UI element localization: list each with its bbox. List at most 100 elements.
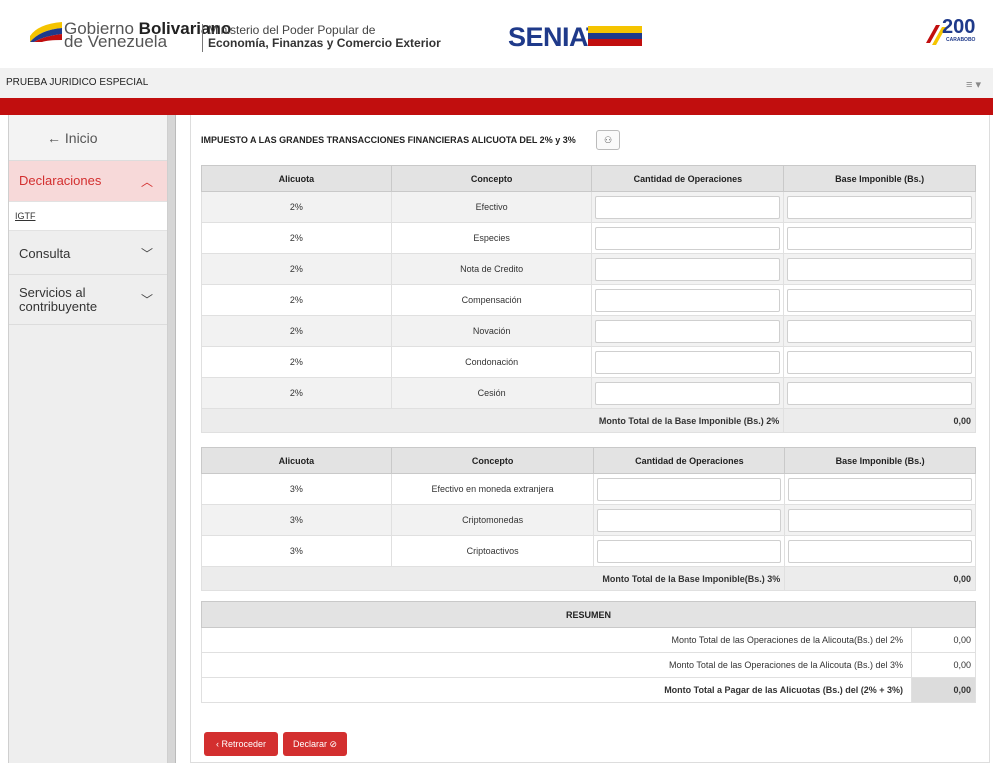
table-row: 3% Criptomonedas	[201, 504, 976, 536]
alicuota-cell: 2%	[201, 253, 392, 285]
user-menu-icon[interactable]: ≡ ▾	[966, 78, 981, 91]
header-divider	[202, 24, 203, 52]
cantidad-input[interactable]	[595, 319, 781, 343]
chevron-down-icon: ﹀	[140, 293, 153, 307]
concepto-cell: Novación	[390, 315, 593, 347]
retroceder-button[interactable]: ‹ Retroceder	[204, 732, 278, 756]
table-alicuota-2: Alicuota Concepto Cantidad de Operacione…	[200, 165, 976, 433]
base-input[interactable]	[787, 350, 972, 374]
total-label: Monto Total de la Base Imponible(Bs.) 3%	[200, 566, 786, 591]
table-row: 2% Condonación	[201, 346, 976, 378]
user-info-button[interactable]: ⚇	[596, 130, 620, 150]
total-value: 0,00	[784, 566, 976, 591]
resumen-label: Monto Total de las Operaciones de la Ali…	[201, 652, 912, 678]
concepto-cell: Efectivo en moneda extranjera	[390, 473, 595, 505]
table-row: 2% Nota de Credito	[201, 253, 976, 285]
resumen-row: Monto Total de las Operaciones de la Ali…	[201, 627, 976, 653]
alicuota-cell: 2%	[201, 191, 392, 223]
declarar-button[interactable]: Declarar ⊘	[283, 732, 347, 756]
seniat-flag-icon	[588, 26, 642, 46]
resumen-total-value: 0,00	[911, 677, 976, 703]
resumen-value: 0,00	[911, 627, 976, 653]
base-input[interactable]	[787, 381, 972, 405]
base-input[interactable]	[788, 508, 972, 532]
base-input[interactable]	[787, 195, 972, 219]
sidebar-scrollbar[interactable]	[168, 115, 176, 763]
venezuela-flag-icon	[30, 22, 62, 42]
base-input[interactable]	[788, 477, 972, 501]
cantidad-input[interactable]	[595, 381, 781, 405]
sidebar-item-inicio[interactable]: ← Inicio	[9, 115, 167, 161]
alicuota-cell: 2%	[201, 284, 392, 316]
cantidad-input[interactable]	[597, 508, 782, 532]
alicuota-cell: 3%	[201, 473, 392, 505]
cantidad-input[interactable]	[595, 350, 781, 374]
sidebar-declaraciones-label: Declaraciones	[19, 173, 102, 188]
concepto-cell: Compensación	[390, 284, 593, 316]
cantidad-input[interactable]	[595, 257, 781, 281]
table-alicuota-3: Alicuota Concepto Cantidad de Operacione…	[200, 447, 976, 591]
gobierno-logo-text: Gobierno Bolivariano de Venezuela	[64, 19, 232, 51]
col-header: Cantidad de Operaciones	[593, 447, 786, 474]
cantidad-input[interactable]	[595, 226, 781, 250]
base-input[interactable]	[787, 319, 972, 343]
alicuota-cell: 3%	[201, 504, 392, 536]
alicuota-cell: 2%	[201, 377, 392, 409]
col-header: Alicuota	[201, 447, 392, 474]
col-header: Concepto	[390, 165, 593, 192]
user-bar: PRUEBA JURIDICO ESPECIAL ≡ ▾	[0, 68, 993, 98]
sidebar-item-consulta[interactable]: Consulta	[19, 246, 70, 261]
cantidad-input[interactable]	[597, 477, 782, 501]
table-row: 2% Compensación	[201, 284, 976, 316]
top-header: Gobierno Bolivariano de Venezuela Minist…	[0, 0, 993, 68]
col-header: Cantidad de Operaciones	[591, 165, 785, 192]
concepto-cell: Cesión	[390, 377, 593, 409]
total-value: 0,00	[783, 408, 976, 433]
sidebar-item-igtf[interactable]: IGTF	[9, 201, 167, 231]
sidebar-item-servicios[interactable]: Servicios al contribuyente	[19, 286, 129, 314]
sidebar: ← Inicio Declaraciones ︿ IGTF Consulta ﹀…	[8, 115, 168, 763]
resumen-value: 0,00	[911, 652, 976, 678]
cantidad-input[interactable]	[595, 195, 781, 219]
concepto-cell: Criptomonedas	[390, 504, 595, 536]
resumen-header: RESUMEN	[201, 601, 976, 628]
base-input[interactable]	[787, 226, 972, 250]
red-accent-bar	[0, 98, 993, 115]
sidebar-item-declaraciones[interactable]: Declaraciones ︿	[9, 161, 167, 201]
bicentenario-number: 200	[942, 16, 976, 38]
page-title: IMPUESTO A LAS GRANDES TRANSACCIONES FIN…	[201, 135, 576, 145]
col-header: Base Imponible (Bs.)	[784, 447, 976, 474]
table-row: 3% Efectivo en moneda extranjera	[201, 473, 976, 505]
concepto-cell: Especies	[390, 222, 593, 254]
table-row: 2% Cesión	[201, 377, 976, 409]
sidebar-igtf-label: IGTF	[15, 211, 36, 221]
resumen-table: RESUMEN Monto Total de las Operaciones d…	[201, 601, 976, 703]
concepto-cell: Nota de Credito	[390, 253, 593, 285]
total-row: Monto Total de la Base Imponible (Bs.) 2…	[200, 408, 976, 433]
base-input[interactable]	[788, 539, 972, 563]
alicuota-cell: 2%	[201, 346, 392, 378]
alicuota-cell: 2%	[201, 315, 392, 347]
resumen-total-label: Monto Total a Pagar de las Alicuotas (Bs…	[201, 677, 912, 703]
resumen-row: Monto Total de las Operaciones de la Ali…	[201, 652, 976, 678]
resumen-label: Monto Total de las Operaciones de la Ali…	[201, 627, 912, 653]
col-header: Alicuota	[201, 165, 392, 192]
alicuota-cell: 2%	[201, 222, 392, 254]
alicuota-cell: 3%	[201, 535, 392, 567]
table-row: 2% Efectivo	[201, 191, 976, 223]
cantidad-input[interactable]	[597, 539, 782, 563]
sidebar-divider	[9, 274, 167, 275]
concepto-cell: Efectivo	[390, 191, 593, 223]
ministerio-text: Ministerio del Poder Popular de Economía…	[208, 23, 441, 50]
bicentenario-sub: CARABOBO	[946, 37, 976, 43]
sidebar-inicio-label: ← Inicio	[47, 130, 98, 146]
resumen-total-row: Monto Total a Pagar de las Alicuotas (Bs…	[201, 677, 976, 703]
table-row: 3% Criptoactivos	[201, 535, 976, 567]
cantidad-input[interactable]	[595, 288, 781, 312]
concepto-cell: Condonación	[390, 346, 593, 378]
base-input[interactable]	[787, 257, 972, 281]
col-header: Base Imponible (Bs.)	[783, 165, 976, 192]
base-input[interactable]	[787, 288, 972, 312]
col-header: Concepto	[390, 447, 595, 474]
chevron-up-icon: ︿	[140, 175, 153, 189]
